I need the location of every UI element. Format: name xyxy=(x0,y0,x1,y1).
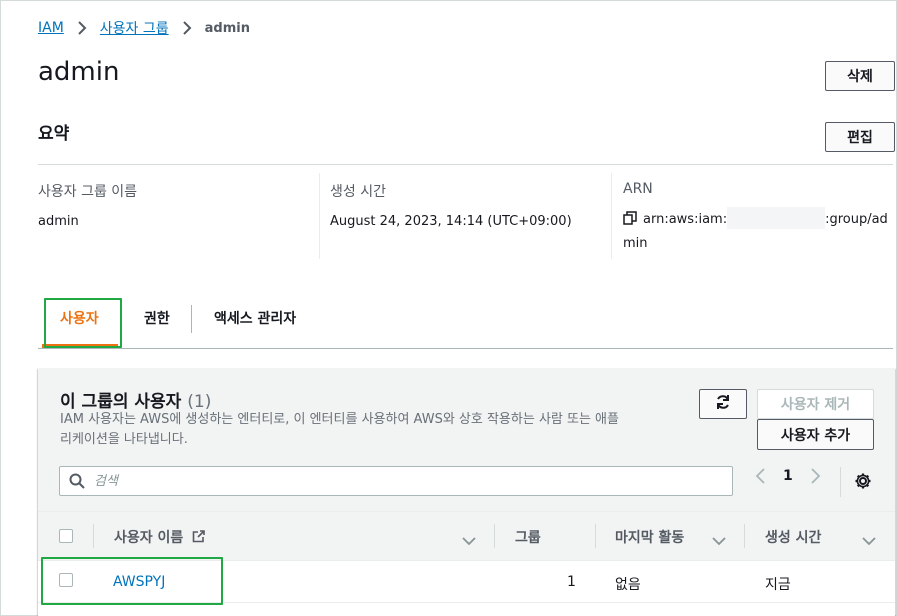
chevron-right-icon xyxy=(179,20,195,36)
search-icon xyxy=(68,472,86,494)
creation-time-label: 생성 시간 xyxy=(330,184,386,200)
users-panel-title-text: 이 그룹의 사용자 xyxy=(60,392,182,412)
column-user-name-label: 사용자 이름 xyxy=(114,530,184,546)
column-groups[interactable]: 그룹 xyxy=(515,527,541,547)
gear-icon[interactable] xyxy=(854,472,872,494)
user-creation-time: 지금 xyxy=(765,577,791,593)
search-input[interactable] xyxy=(94,471,694,491)
summary-title: 요약 xyxy=(38,124,70,144)
edit-button[interactable]: 편집 xyxy=(825,122,895,152)
breadcrumb-iam-link[interactable]: IAM xyxy=(38,20,64,36)
copy-icon[interactable] xyxy=(623,211,637,233)
delete-button[interactable]: 삭제 xyxy=(825,61,895,91)
tab-access-advisor[interactable]: 액세스 관리자 xyxy=(214,308,296,328)
arn-value: arn:aws:iam: :group/ad min xyxy=(623,207,891,255)
column-user-name[interactable]: 사용자 이름 xyxy=(114,527,205,547)
page-number[interactable]: 1 xyxy=(783,468,793,484)
creation-time-value: August 24, 2023, 14:14 (UTC+09:00) xyxy=(330,214,572,229)
user-groups-count: 1 xyxy=(567,574,576,590)
table-header: 사용자 이름 그룹 마지막 활동 생성 시간 xyxy=(38,511,895,561)
arn-label: ARN xyxy=(623,181,653,197)
page-title: admin xyxy=(38,57,120,87)
chevron-left-icon[interactable] xyxy=(752,468,768,484)
summary-group-name: 사용자 그룹 이름 admin xyxy=(38,173,308,259)
arn-prefix: arn:aws:iam: xyxy=(643,212,728,227)
arn-wrap: min xyxy=(623,236,648,251)
tab-bar: 사용자 권한 액세스 관리자 xyxy=(38,298,893,349)
arn-redacted xyxy=(727,207,826,229)
breadcrumb: IAM 사용자 그룹 admin xyxy=(38,18,250,38)
user-last-activity: 없음 xyxy=(615,577,641,593)
remove-users-button[interactable]: 사용자 제거 xyxy=(757,389,874,419)
chevron-right-icon[interactable] xyxy=(808,468,824,484)
column-divider xyxy=(319,173,320,259)
external-link-icon xyxy=(192,530,205,547)
highlight-box-row xyxy=(41,557,223,605)
users-panel-header: 이 그룹의 사용자 (1) IAM 사용자는 AWS에 생성하는 엔터티로, 이… xyxy=(38,368,895,511)
chevron-right-icon xyxy=(74,20,90,36)
summary-divider xyxy=(38,164,893,165)
arn-suffix: :group/ad xyxy=(825,212,888,227)
highlight-box-tab xyxy=(44,298,122,348)
select-all-checkbox[interactable] xyxy=(59,529,73,543)
column-separator xyxy=(93,524,94,548)
caret-down-icon[interactable] xyxy=(712,531,726,550)
summary-creation-time: 생성 시간 August 24, 2023, 14:14 (UTC+09:00) xyxy=(330,173,600,259)
users-count: (1) xyxy=(187,392,212,412)
tab-permissions[interactable]: 권한 xyxy=(144,308,170,328)
users-panel-description: IAM 사용자는 AWS에 생성하는 엔터티로, 이 엔터티를 사용하여 AWS… xyxy=(60,412,619,447)
add-users-button[interactable]: 사용자 추가 xyxy=(757,419,874,450)
refresh-icon xyxy=(715,394,731,414)
column-separator xyxy=(744,524,745,548)
caret-down-icon[interactable] xyxy=(862,531,876,550)
column-separator xyxy=(494,524,495,548)
refresh-button[interactable] xyxy=(699,389,747,419)
pagination: 1 xyxy=(752,468,824,484)
search-box xyxy=(59,466,733,496)
breadcrumb-current: admin xyxy=(204,20,250,36)
pager-divider xyxy=(840,467,841,497)
breadcrumb-user-groups-link[interactable]: 사용자 그룹 xyxy=(100,18,169,38)
tab-divider xyxy=(191,305,192,333)
column-divider xyxy=(611,173,612,259)
summary-arn: ARN arn:aws:iam: :group/ad min xyxy=(623,173,891,259)
column-creation-time[interactable]: 생성 시간 xyxy=(765,527,821,547)
caret-down-icon[interactable] xyxy=(462,531,476,550)
group-name-value: admin xyxy=(38,214,79,229)
column-last-activity[interactable]: 마지막 활동 xyxy=(615,527,684,547)
group-name-label: 사용자 그룹 이름 xyxy=(38,184,138,200)
column-separator xyxy=(595,524,596,548)
users-panel-title: 이 그룹의 사용자 (1) xyxy=(60,387,211,412)
